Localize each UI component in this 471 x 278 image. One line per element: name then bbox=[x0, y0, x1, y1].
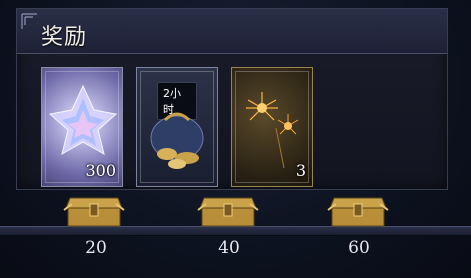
milestone-value: 20 bbox=[85, 238, 107, 258]
reward-card-fireworks[interactable]: 3 bbox=[231, 67, 313, 187]
reward-card-crystal[interactable]: 300 bbox=[41, 67, 123, 187]
treasure-chest-icon bbox=[63, 197, 125, 227]
reward-card-gold-sack[interactable]: 2小时 bbox=[136, 67, 218, 187]
milestone-chest-2[interactable] bbox=[196, 190, 260, 230]
milestone-value: 60 bbox=[348, 238, 370, 258]
milestone-value: 40 bbox=[218, 238, 240, 258]
panel-header: 奖励 bbox=[17, 9, 447, 54]
corner-ornament-icon bbox=[21, 13, 37, 29]
reward-quantity: 300 bbox=[85, 161, 116, 180]
reward-panel: 奖励 300 2小时 3 bbox=[16, 8, 448, 190]
treasure-chest-icon bbox=[197, 197, 259, 227]
reward-quantity: 3 bbox=[295, 161, 306, 180]
panel-title: 奖励 bbox=[41, 25, 88, 50]
treasure-chest-icon bbox=[327, 197, 389, 227]
gold-sack-icon bbox=[150, 112, 204, 169]
milestone-chest-3[interactable] bbox=[326, 190, 390, 230]
milestone-chest-1[interactable] bbox=[62, 190, 126, 230]
